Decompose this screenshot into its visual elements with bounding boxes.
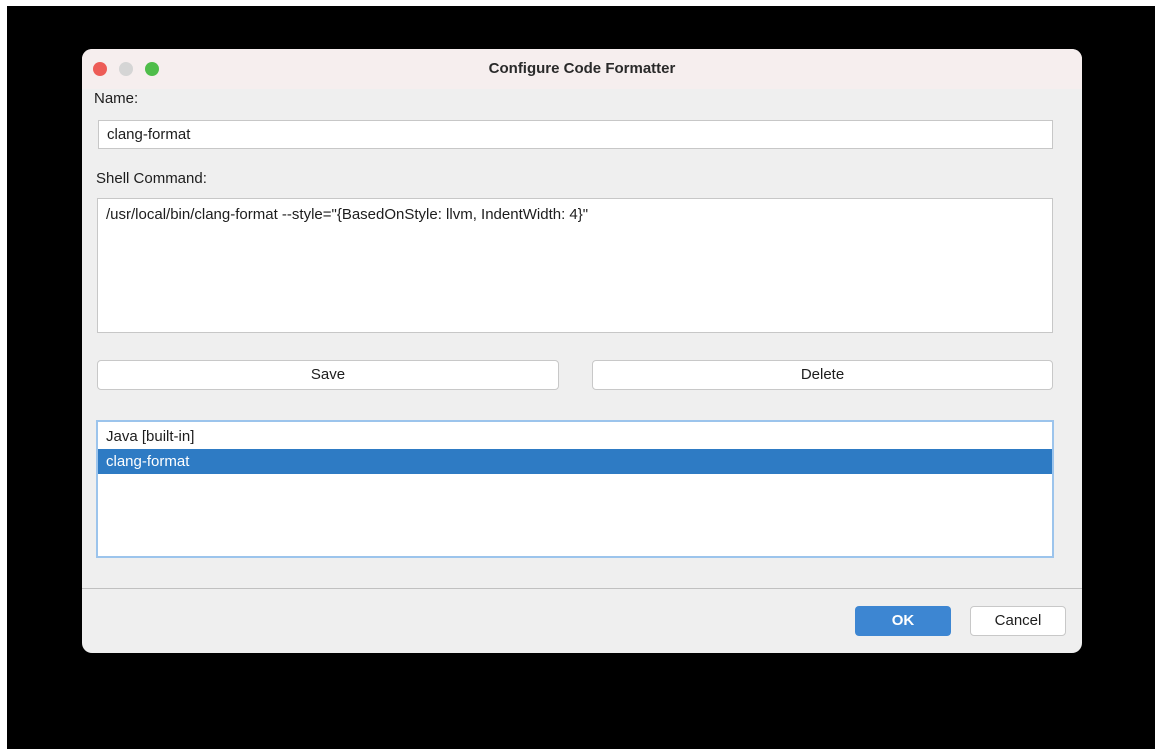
delete-button[interactable]: Delete: [592, 360, 1053, 390]
formatter-list[interactable]: Java [built-in] clang-format: [96, 420, 1054, 558]
ok-button[interactable]: OK: [855, 606, 951, 636]
configure-formatter-dialog: Configure Code Formatter Name: Shell Com…: [82, 49, 1082, 653]
list-item[interactable]: Java [built-in]: [98, 424, 1052, 449]
shell-command-label: Shell Command:: [96, 170, 207, 187]
list-item-selected[interactable]: clang-format: [98, 449, 1052, 474]
name-label: Name:: [94, 90, 139, 107]
save-button[interactable]: Save: [97, 360, 559, 390]
window-title: Configure Code Formatter: [488, 60, 676, 77]
name-field[interactable]: [98, 120, 1053, 149]
footer-divider: [82, 588, 1082, 589]
title-bar[interactable]: Configure Code Formatter: [82, 49, 1082, 89]
shell-command-textarea[interactable]: /usr/local/bin/clang-format --style="{Ba…: [97, 198, 1053, 333]
cancel-button[interactable]: Cancel: [970, 606, 1066, 636]
